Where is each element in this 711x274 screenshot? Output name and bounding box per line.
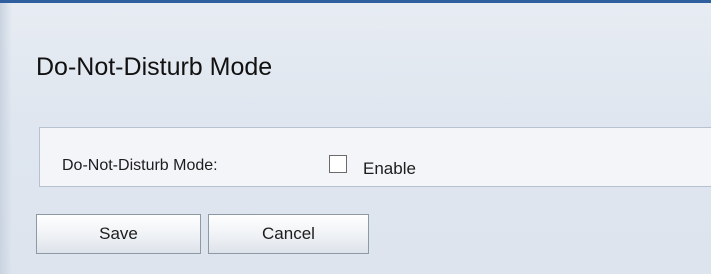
- settings-page: Do-Not-Disturb Mode Do-Not-Disturb Mode:…: [0, 0, 711, 274]
- dnd-settings-panel: Do-Not-Disturb Mode: Enable: [39, 127, 711, 187]
- enable-checkbox[interactable]: [329, 155, 347, 173]
- cancel-button[interactable]: Cancel: [208, 214, 369, 254]
- page-title: Do-Not-Disturb Mode: [36, 53, 273, 81]
- enable-checkbox-label[interactable]: Enable: [363, 159, 416, 179]
- save-button[interactable]: Save: [36, 214, 201, 254]
- dnd-mode-label: Do-Not-Disturb Mode:: [62, 157, 218, 174]
